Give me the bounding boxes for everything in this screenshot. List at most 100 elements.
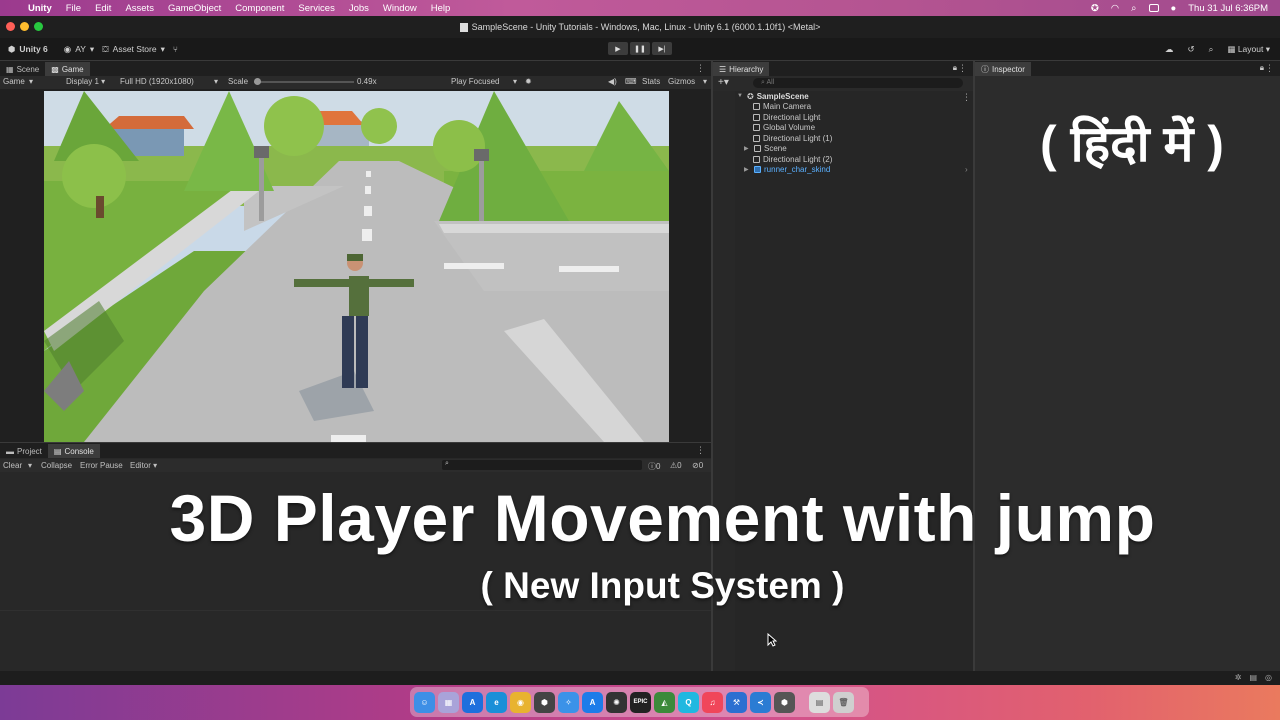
display-dropdown[interactable]: Display 1 ▾ — [66, 77, 105, 86]
search-icon[interactable]: ⌕ — [1131, 3, 1136, 14]
trash-icon[interactable]: 🗑︎ — [833, 691, 854, 713]
search-icon[interactable]: ⌕ — [1209, 44, 1214, 55]
collapse-button[interactable]: Collapse — [41, 461, 72, 470]
quicktime-icon[interactable]: Q — [678, 691, 699, 713]
edge-browser-icon[interactable]: e — [486, 691, 507, 713]
chevron-right-icon[interactable]: › — [965, 165, 968, 174]
vscode-icon[interactable]: ≺ — [750, 691, 771, 713]
chevron-down-icon[interactable]: ▾ — [28, 461, 32, 470]
expand-arrow-icon[interactable]: ▼ — [737, 93, 744, 99]
account-dropdown[interactable]: ◉ AY ▾ — [64, 44, 94, 55]
tab-scene[interactable]: ▦ Scene — [0, 62, 45, 76]
hierarchy-item[interactable]: Directional Light — [753, 112, 820, 123]
tab-console[interactable]: ▤ Console — [47, 444, 100, 458]
hierarchy-item[interactable]: Directional Light (1) — [753, 133, 832, 144]
menu-window[interactable]: Window — [383, 3, 417, 14]
siri-icon[interactable]: ● — [1171, 3, 1177, 14]
unity-hub-icon[interactable]: ⬢ — [534, 691, 555, 713]
lock-icon[interactable]: 🔒︎ — [953, 63, 957, 73]
tab-project[interactable]: ▬ Project — [0, 444, 48, 458]
expand-arrow-icon[interactable]: ▶ — [744, 145, 751, 152]
hierarchy-item[interactable]: ▶ Scene — [744, 144, 787, 155]
panel-menu-icon[interactable]: ⋮ — [696, 445, 705, 456]
downloads-stack-icon[interactable]: ▤ — [809, 691, 830, 713]
mute-audio-icon[interactable]: ◀) — [608, 77, 617, 86]
menu-file[interactable]: File — [66, 3, 81, 14]
menu-component[interactable]: Component — [235, 3, 284, 14]
debug-icon[interactable]: ✲ — [1235, 673, 1242, 682]
asset-store-button[interactable]: ⛋ Asset Store ▾ — [102, 44, 165, 55]
layout-dropdown[interactable]: ▦ Layout ▾ — [1227, 44, 1270, 55]
progress-icon[interactable]: ◎ — [1265, 673, 1272, 682]
play-focus-dropdown[interactable]: Play Focused — [451, 77, 499, 86]
xcode-icon[interactable]: ⚒ — [726, 691, 747, 713]
editor-dropdown[interactable]: Editor ▾ — [130, 461, 157, 470]
scale-slider[interactable] — [254, 78, 354, 85]
console-search-input[interactable]: ⌕ — [442, 460, 642, 470]
hierarchy-scene-row[interactable]: ▼ ✪ SampleScene — [737, 91, 809, 102]
stats-button[interactable]: Stats — [642, 77, 660, 86]
wifi-icon[interactable]: ◠ — [1111, 3, 1119, 14]
scale-slider-handle[interactable] — [254, 78, 261, 85]
minimize-window-button[interactable] — [20, 22, 29, 31]
close-window-button[interactable] — [6, 22, 15, 31]
expand-arrow-icon[interactable]: ▶ — [744, 166, 751, 173]
hierarchy-item-prefab[interactable]: ▶ runner_char_skind — [744, 165, 830, 176]
menu-edit[interactable]: Edit — [95, 3, 111, 14]
zoom-window-button[interactable] — [34, 22, 43, 31]
game-view-render[interactable] — [44, 91, 669, 442]
scene-menu-icon[interactable]: ⋮ — [962, 92, 971, 103]
menu-services[interactable]: Services — [298, 3, 334, 14]
music-icon[interactable]: ♫ — [702, 691, 723, 713]
info-count[interactable]: ⓘ0 — [648, 461, 660, 472]
settings-gear-icon[interactable]: ✹ — [525, 77, 532, 86]
chrome-icon[interactable]: ◉ — [510, 691, 531, 713]
menu-jobs[interactable]: Jobs — [349, 3, 369, 14]
cache-server-icon[interactable]: ▤ — [1249, 673, 1257, 682]
launchpad-icon[interactable]: ▦ — [438, 691, 459, 713]
chatgpt-icon[interactable]: ✺ — [606, 691, 627, 713]
add-object-button[interactable]: +▾ — [718, 77, 729, 88]
epic-games-icon[interactable]: EPIC — [630, 691, 651, 713]
error-pause-button[interactable]: Error Pause — [80, 461, 123, 470]
menu-gameobject[interactable]: GameObject — [168, 3, 221, 14]
menu-app-unity[interactable]: Unity — [28, 3, 52, 14]
control-center-icon[interactable] — [1148, 4, 1159, 12]
shortcuts-icon[interactable]: ⌨ — [625, 77, 637, 86]
panel-menu-icon[interactable]: ⋮ — [1265, 63, 1274, 74]
tab-game[interactable]: ▩ Game — [45, 62, 90, 76]
gizmos-button[interactable]: Gizmos — [668, 77, 695, 86]
version-control-button[interactable]: ⑂ — [173, 44, 178, 54]
android-studio-icon[interactable]: ◭ — [654, 691, 675, 713]
hierarchy-item[interactable]: Main Camera — [753, 102, 811, 113]
step-button[interactable]: ▶| — [652, 42, 672, 55]
unity-editor-icon[interactable]: ⬢ — [774, 691, 795, 713]
error-count[interactable]: ⊘0 — [692, 461, 703, 470]
hierarchy-item[interactable]: Global Volume — [753, 123, 815, 134]
hierarchy-search-input[interactable]: ⌕ All — [753, 78, 963, 88]
console-toolbar: Clear ▾ Collapse Error Pause Editor ▾ ⌕ … — [0, 459, 711, 472]
game-mode-dropdown[interactable]: Game — [3, 77, 25, 86]
play-button[interactable]: ▶ — [608, 42, 628, 55]
menu-help[interactable]: Help — [431, 3, 451, 14]
menu-assets[interactable]: Assets — [125, 3, 154, 14]
lock-icon[interactable]: 🔒︎ — [1260, 63, 1264, 73]
unity-account-menu[interactable]: ⬢ Unity 6 — [8, 44, 48, 55]
resolution-dropdown[interactable]: Full HD (1920x1080) — [120, 77, 194, 86]
finder-icon[interactable]: ☺ — [414, 691, 435, 713]
tab-hierarchy[interactable]: ☰ Hierarchy — [713, 62, 770, 76]
warning-count[interactable]: ⚠0 — [670, 461, 682, 470]
pause-button[interactable]: ❚❚ — [630, 42, 650, 55]
tab-inspector[interactable]: ⓘ Inspector — [975, 62, 1031, 76]
hierarchy-item[interactable]: Directional Light (2) — [753, 154, 832, 165]
panel-menu-icon[interactable]: ⋮ — [696, 63, 705, 74]
safari-icon[interactable]: ✧ — [558, 691, 579, 713]
xcode-store-icon[interactable]: A — [582, 691, 603, 713]
cloud-icon[interactable]: ☁ — [1165, 44, 1174, 55]
unity-status-icon[interactable]: ✪ — [1091, 3, 1099, 14]
panel-menu-icon[interactable]: ⋮ — [958, 63, 967, 74]
menubar-clock[interactable]: Thu 31 Jul 6:36PM — [1188, 3, 1268, 14]
history-icon[interactable]: ↺ — [1188, 44, 1195, 55]
clear-button[interactable]: Clear — [3, 461, 22, 470]
app-store-icon[interactable]: A — [462, 691, 483, 713]
